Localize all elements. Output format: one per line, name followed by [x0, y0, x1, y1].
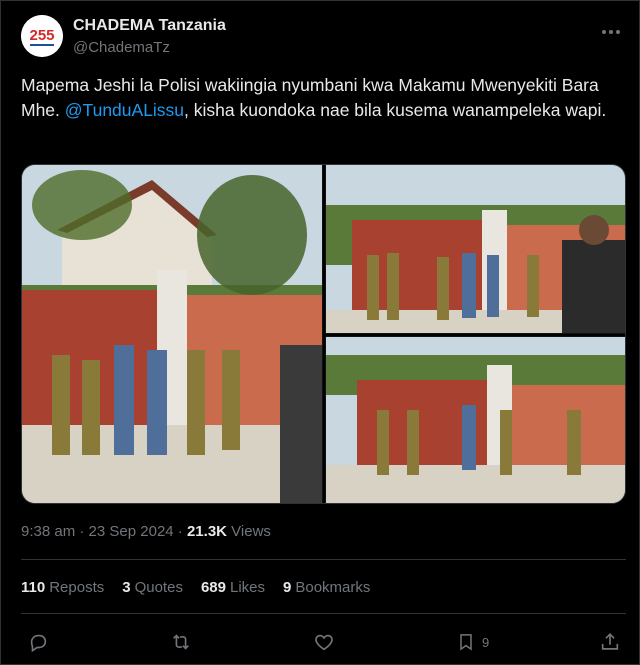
- share-icon[interactable]: [599, 629, 621, 655]
- tweet-time[interactable]: 9:38 am: [21, 523, 75, 540]
- tweet-media[interactable]: [21, 164, 626, 504]
- tweet-card: 255 CHADEMA Tanzania @ChademaTz Mapema J…: [0, 0, 640, 665]
- views-count: 21.3K: [186, 523, 227, 540]
- chadema-logo-icon: 255: [21, 15, 63, 57]
- photo-top-right[interactable]: [326, 165, 626, 333]
- avatar-text: 255: [29, 27, 54, 44]
- reposts-stat[interactable]: 110 Reposts: [21, 579, 104, 596]
- photo-bottom-right[interactable]: [326, 337, 626, 504]
- like-icon[interactable]: [313, 629, 335, 655]
- bookmark-count: 9: [482, 634, 490, 650]
- photo-collage: [22, 165, 626, 504]
- handle[interactable]: @ChademaTz: [73, 39, 170, 56]
- likes-stat[interactable]: 689 Likes: [201, 579, 265, 596]
- tweet-text: Mapema Jeshi la Polisi wakiingia nyumban…: [21, 73, 621, 123]
- display-name[interactable]: CHADEMA Tanzania: [73, 17, 226, 35]
- separator: ·: [79, 523, 85, 540]
- bookmarks-stat[interactable]: 9 Bookmarks: [283, 579, 370, 596]
- photo-left[interactable]: [22, 165, 322, 504]
- separator: ·: [177, 523, 183, 540]
- reply-icon[interactable]: [27, 629, 49, 655]
- quotes-stat[interactable]: 3 Quotes: [122, 579, 183, 596]
- more-icon[interactable]: [601, 19, 621, 40]
- tweet-text-part: , kisha kuondoka nae bila kusema wanampe…: [184, 100, 607, 120]
- divider: [21, 559, 626, 560]
- tweet-date[interactable]: 23 Sep 2024: [89, 523, 174, 540]
- views-label: Views: [231, 523, 271, 540]
- mention-link[interactable]: @TunduALissu: [65, 100, 184, 120]
- engagement-stats: 110 Reposts 3 Quotes 689 Likes 9 Bookmarks: [21, 579, 370, 596]
- action-bar: 9: [1, 629, 640, 657]
- repost-icon[interactable]: [169, 629, 193, 655]
- bookmark-icon[interactable]: 9: [456, 629, 489, 655]
- avatar[interactable]: 255: [21, 15, 63, 57]
- divider: [21, 613, 626, 614]
- tweet-meta: 9:38 am · 23 Sep 2024 · 21.3K Views: [21, 523, 271, 540]
